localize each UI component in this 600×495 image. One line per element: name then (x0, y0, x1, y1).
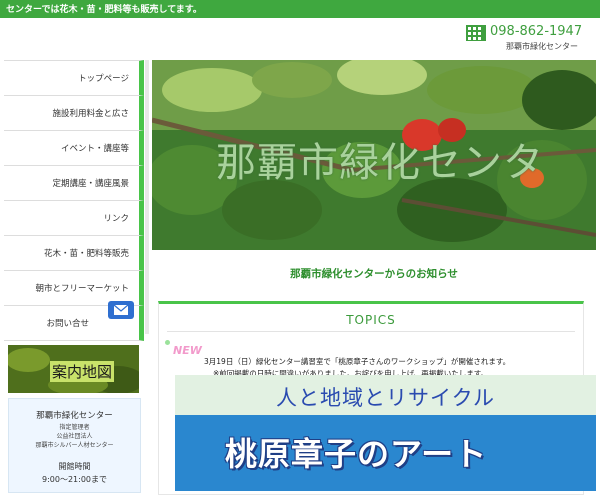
nav-item-fees[interactable]: 施設利用料金と広さ (4, 96, 144, 131)
banner-bottom: 桃原章子のアート (175, 415, 596, 491)
nav-label: イベント・講座等 (60, 144, 129, 154)
nav-shadow (145, 60, 149, 334)
nav-label: 定期講座・講座風景 (52, 179, 129, 189)
nav-item-links[interactable]: リンク (4, 201, 144, 236)
nav-item-courses[interactable]: 定期講座・講座風景 (4, 166, 144, 201)
top-announcement-bar: センターでは花木・苗・肥料等も販売してます。 (0, 0, 600, 18)
nav-item-events[interactable]: イベント・講座等 (4, 131, 144, 166)
topics-divider (167, 331, 575, 332)
banner-top: 人と地域とリサイクル (175, 375, 596, 415)
map-link[interactable]: 案内地図 (8, 345, 139, 393)
topics-title: TOPICS (346, 313, 396, 327)
news-item[interactable]: 3月19日（日）緑化センター講習室で「桃原章子さんのワークショップ」が開催されま… (204, 356, 510, 367)
organization-name: 那覇市緑化センター (506, 42, 578, 51)
info-corp: 公益社団法人 (56, 433, 93, 440)
new-badge: NEW (173, 344, 202, 357)
mail-icon (113, 304, 129, 315)
phone-number: 098-862-1947 (490, 24, 583, 39)
info-hours-label: 開館時間 (58, 462, 91, 471)
info-name: 那覇市緑化センター (36, 411, 113, 421)
facility-info: 那覇市緑化センター 指定管理者 公益社団法人 那覇市シルバー人材センター 開館時… (8, 398, 141, 493)
nav-label: 花木・苗・肥料等販売 (43, 249, 129, 259)
info-corp-name: 那覇市シルバー人材センター (35, 442, 114, 449)
nav-label: リンク (103, 214, 129, 224)
building-icon (466, 25, 486, 41)
banner-top-text: 人と地域とリサイクル (276, 386, 495, 410)
banner-main-text: 桃原章子のアート (225, 435, 488, 473)
nav-label: お問い合せ (46, 319, 89, 329)
nav-item-sales[interactable]: 花木・苗・肥料等販売 (4, 236, 144, 271)
nav-label: 施設利用料金と広さ (52, 109, 129, 119)
hero-image: 那覇市緑化センタ (152, 60, 596, 250)
map-label: 案内地図 (50, 361, 115, 382)
event-banner[interactable]: 人と地域とリサイクル 桃原章子のアート (175, 375, 596, 491)
notice-heading: 那覇市緑化センターからのお知らせ (290, 268, 458, 280)
info-hours: 9:00～21:00まで (41, 475, 108, 484)
mail-button[interactable] (108, 301, 134, 319)
bullet-dot-icon (165, 340, 170, 345)
hero-title: 那覇市緑化センタ (216, 140, 544, 186)
info-manager-label: 指定管理者 (59, 424, 90, 431)
contact-phone: 098-862-1947 那覇市緑化センター (466, 24, 596, 52)
announcement-text: センターでは花木・苗・肥料等も販売してます。 (6, 5, 202, 15)
nav-label: トップページ (78, 74, 129, 84)
nav-item-top[interactable]: トップページ (4, 60, 144, 96)
sidebar-nav: トップページ 施設利用料金と広さ イベント・講座等 定期講座・講座風景 リンク … (4, 60, 144, 341)
nav-label: 朝市とフリーマーケット (35, 284, 129, 294)
